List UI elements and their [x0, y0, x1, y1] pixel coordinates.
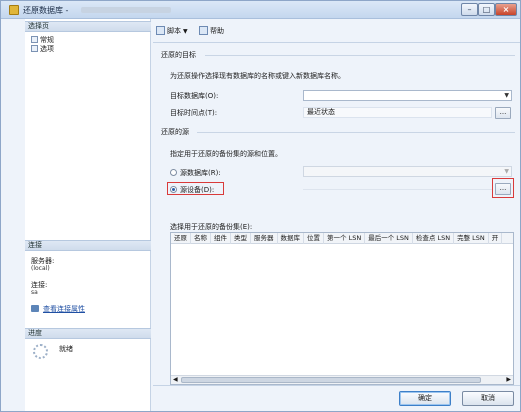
connection-header: 连接 — [25, 240, 151, 251]
page-item-label: 常规 — [40, 36, 54, 44]
restore-target-instruction: 为还原操作选择现有数据库的名称或键入新数据库名称。 — [170, 72, 345, 80]
target-time-browse-button[interactable]: ... — [495, 107, 511, 119]
server-value: (local) — [31, 265, 50, 272]
column-header[interactable]: 还原 — [171, 233, 191, 244]
chevron-down-icon: ▼ — [504, 92, 509, 99]
target-database-combo[interactable]: ▼ — [303, 90, 512, 101]
dialog-footer: 确定 取消 — [153, 385, 520, 411]
script-icon — [156, 26, 165, 35]
restore-database-window: 还原数据库 - – □ × 选择页 常规 选项 连接 服务器: (local) … — [0, 0, 521, 412]
connection-value: sa — [31, 289, 38, 296]
source-device-label: 源设备(D): — [180, 186, 215, 194]
page-icon — [31, 45, 38, 52]
column-header[interactable]: 第一个 LSN — [324, 233, 366, 244]
scroll-left-icon[interactable]: ◀ — [173, 376, 178, 384]
target-database-label: 目标数据库(O): — [170, 92, 219, 100]
progress-spinner-icon — [33, 344, 48, 359]
script-label: 脚本 — [167, 27, 181, 35]
database-icon — [9, 5, 19, 15]
close-button[interactable]: × — [495, 3, 517, 16]
source-database-radio[interactable]: 源数据库(R): — [170, 168, 221, 178]
column-header[interactable]: 检查点 LSN — [413, 233, 455, 244]
link-label: 查看连接属性 — [43, 305, 85, 313]
help-icon — [199, 26, 208, 35]
column-header[interactable]: 完整 LSN — [454, 233, 489, 244]
left-pane: 选择页 常规 选项 连接 服务器: (local) 连接: sa 查看连接属性 … — [25, 19, 151, 411]
divider — [205, 55, 515, 56]
target-time-label: 目标时间点(T): — [170, 109, 218, 117]
radio-on-icon — [170, 186, 177, 193]
column-header[interactable]: 数据库 — [278, 233, 304, 244]
column-header[interactable]: 服务器 — [251, 233, 278, 244]
column-header[interactable]: 最后一个 LSN — [365, 233, 413, 244]
help-button[interactable]: 帮助 — [199, 26, 224, 36]
scrollbar-thumb[interactable] — [181, 377, 481, 383]
chevron-down-icon: ▼ — [504, 168, 509, 175]
source-database-label: 源数据库(R): — [180, 169, 221, 177]
title-bar: 还原数据库 - – □ × — [1, 1, 520, 19]
progress-status: 就绪 — [59, 345, 73, 353]
column-header[interactable]: 类型 — [231, 233, 251, 244]
page-item-options[interactable]: 选项 — [31, 44, 54, 54]
scroll-right-icon[interactable]: ▶ — [506, 376, 511, 384]
radio-off-icon — [170, 169, 177, 176]
backup-sets-grid[interactable]: 还原 名称 组件 类型 服务器 数据库 位置 第一个 LSN 最后一个 LSN 检查点 LSN 完整… — [170, 232, 514, 385]
connection-properties-icon — [31, 305, 39, 312]
chevron-down-icon[interactable]: ▼ — [183, 28, 188, 35]
source-device-field — [303, 189, 492, 190]
page-item-label: 选项 — [40, 45, 54, 53]
target-time-field: 最近状态 — [303, 107, 492, 118]
column-header[interactable]: 开 — [489, 233, 503, 244]
divider — [197, 132, 515, 133]
title-redacted — [81, 7, 171, 13]
grid-header: 还原 名称 组件 类型 服务器 数据库 位置 第一个 LSN 最后一个 LSN 检查点 LSN 完整… — [171, 233, 513, 244]
source-database-combo[interactable]: ▼ — [303, 166, 512, 177]
toolbar: 脚本 ▼ 帮助 — [153, 19, 520, 43]
select-page-header: 选择页 — [25, 21, 151, 32]
view-connection-properties-link[interactable]: 查看连接属性 — [31, 304, 85, 314]
source-device-radio[interactable]: 源设备(D): — [170, 185, 214, 195]
progress-header: 进度 — [25, 328, 151, 339]
main-pane: 脚本 ▼ 帮助 还原的目标 为还原操作选择现有数据库的名称或键入新数据库名称。 目… — [153, 19, 520, 385]
restore-source-group-label: 还原的源 — [161, 128, 189, 136]
backup-sets-label: 选择用于还原的备份集(E): — [170, 223, 253, 231]
cancel-button[interactable]: 取消 — [462, 391, 514, 406]
source-device-browse-button[interactable]: ... — [495, 183, 511, 195]
page-icon — [31, 36, 38, 43]
minimize-button[interactable]: – — [461, 3, 478, 16]
restore-source-instruction: 指定用于还原的备份集的源和位置。 — [170, 150, 282, 158]
column-header[interactable]: 位置 — [304, 233, 324, 244]
ok-button[interactable]: 确定 — [399, 391, 451, 406]
horizontal-scrollbar[interactable]: ◀ ▶ — [171, 375, 513, 384]
maximize-button[interactable]: □ — [478, 3, 495, 16]
restore-target-group-label: 还原的目标 — [161, 51, 196, 59]
help-label: 帮助 — [210, 27, 224, 35]
window-title: 还原数据库 - — [23, 6, 69, 15]
script-button[interactable]: 脚本 ▼ — [156, 26, 188, 36]
column-header[interactable]: 名称 — [191, 233, 211, 244]
column-header[interactable]: 组件 — [211, 233, 231, 244]
